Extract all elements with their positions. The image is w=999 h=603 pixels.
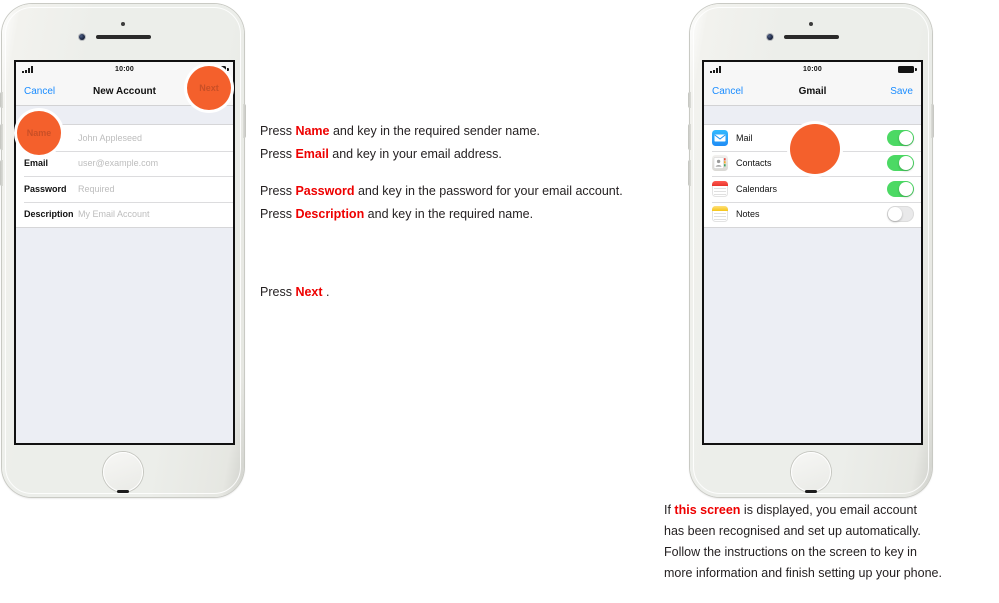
instruction-4-pre: Press	[260, 207, 296, 221]
description-field-label: Description	[24, 209, 74, 220]
password-field-row[interactable]: Password Required	[16, 176, 233, 202]
microphone-dot-icon	[121, 22, 125, 26]
service-row-notes[interactable]: Notes	[704, 201, 921, 228]
home-button-notch-icon-right	[805, 490, 817, 493]
annotation-dot-next-label: Next	[199, 83, 219, 93]
phone-device-left: 10:00 Cancel New Account Next Name John …	[0, 4, 246, 497]
annotation-dot-next: Next	[187, 66, 231, 110]
home-button-notch-icon	[117, 490, 129, 493]
contacts-icon	[712, 155, 728, 172]
nav-bar-right: Cancel Gmail Save	[704, 77, 921, 106]
instruction-3-pre: Press	[260, 184, 296, 198]
mail-icon	[712, 129, 728, 146]
toggle-calendars[interactable]	[887, 180, 914, 197]
earpiece-speaker-icon-right	[784, 35, 839, 39]
instruction-2-post: and key in your email address.	[328, 147, 502, 161]
instructions-block: Press Name and key in the required sende…	[260, 120, 690, 226]
annotation-dot-name-label: Name	[26, 128, 52, 138]
instruction-4-keyword: Description	[295, 207, 365, 221]
instruction-line-email: Press Email and key in your email addres…	[260, 143, 690, 166]
password-field-placeholder: Required	[78, 183, 115, 194]
home-button-right[interactable]	[791, 452, 831, 492]
email-field-label: Email	[24, 158, 49, 169]
press-next-post: .	[322, 285, 330, 299]
front-camera-icon	[79, 34, 85, 40]
instruction-1-keyword: Name	[295, 124, 330, 138]
press-next-line: Press Next .	[260, 285, 329, 299]
power-button-right[interactable]	[931, 104, 934, 138]
instruction-line-password: Press Password and key in the password f…	[260, 180, 690, 203]
description-field-row[interactable]: Description My Email Account	[16, 201, 233, 228]
name-field-placeholder: John Appleseed	[78, 132, 143, 143]
power-button[interactable]	[243, 104, 246, 138]
press-next-keyword: Next	[295, 285, 323, 299]
instruction-line-description: Press Description and key in the require…	[260, 203, 690, 226]
bottom-note-block: If this screen is displayed, you email a…	[664, 500, 999, 584]
bottom-note-keyword: this screen	[674, 503, 741, 517]
battery-icon-right	[898, 66, 917, 73]
volume-down-button[interactable]	[0, 160, 3, 186]
instruction-2-pre: Press	[260, 147, 296, 161]
toggle-mail[interactable]	[887, 129, 914, 146]
earpiece-speaker-icon	[96, 35, 151, 39]
save-button[interactable]: Save	[890, 86, 913, 97]
bottom-note-post1: is displayed, you email account	[740, 503, 917, 517]
nav-title-right: Gmail	[798, 85, 827, 97]
password-field-label: Password	[24, 183, 67, 194]
calendars-icon	[712, 180, 728, 197]
bottom-note-pre: If	[664, 503, 675, 517]
description-field-placeholder: My Email Account	[78, 209, 150, 220]
service-row-calendars[interactable]: Calendars	[704, 176, 921, 202]
home-button[interactable]	[103, 452, 143, 492]
status-time-right: 10:00	[803, 66, 822, 73]
bottom-note-line3: Follow the instructions on the screen to…	[664, 545, 917, 559]
front-camera-icon-right	[767, 34, 773, 40]
volume-up-button[interactable]	[0, 124, 3, 150]
instruction-2-keyword: Email	[295, 147, 329, 161]
bottom-note-line1: If this screen is displayed, you email a…	[664, 500, 999, 521]
instruction-1-post: and key in the required sender name.	[329, 124, 541, 138]
instruction-3-keyword: Password	[295, 184, 355, 198]
instruction-spacer	[260, 166, 690, 180]
screen-right: 10:00 Cancel Gmail Save Mail Contacts Ca…	[702, 60, 923, 445]
list-top-gap-right	[704, 106, 921, 124]
bottom-note-line4: more information and finish setting up y…	[664, 566, 942, 580]
instruction-line-name: Press Name and key in the required sende…	[260, 120, 690, 143]
phone-device-right: 10:00 Cancel Gmail Save Mail Contacts Ca…	[688, 4, 934, 497]
status-bar-right: 10:00	[704, 62, 921, 77]
instruction-4-post: and key in the required name.	[364, 207, 534, 221]
instruction-3-post: and key in the password for your email a…	[354, 184, 623, 198]
bottom-note-line2: has been recognised and set up automatic…	[664, 524, 921, 538]
annotation-dot-services	[790, 124, 840, 174]
toggle-contacts[interactable]	[887, 155, 914, 172]
mute-switch[interactable]	[0, 92, 3, 108]
microphone-dot-icon-right	[809, 22, 813, 26]
notes-icon	[712, 206, 728, 223]
toggle-notes[interactable]	[887, 206, 914, 223]
email-field-placeholder: user@example.com	[78, 158, 159, 169]
mute-switch-right[interactable]	[688, 92, 691, 108]
annotation-dot-name: Name	[17, 111, 61, 155]
email-field-row[interactable]: Email user@example.com	[16, 150, 233, 177]
press-next-pre: Press	[260, 285, 296, 299]
instruction-1-pre: Press	[260, 124, 296, 138]
